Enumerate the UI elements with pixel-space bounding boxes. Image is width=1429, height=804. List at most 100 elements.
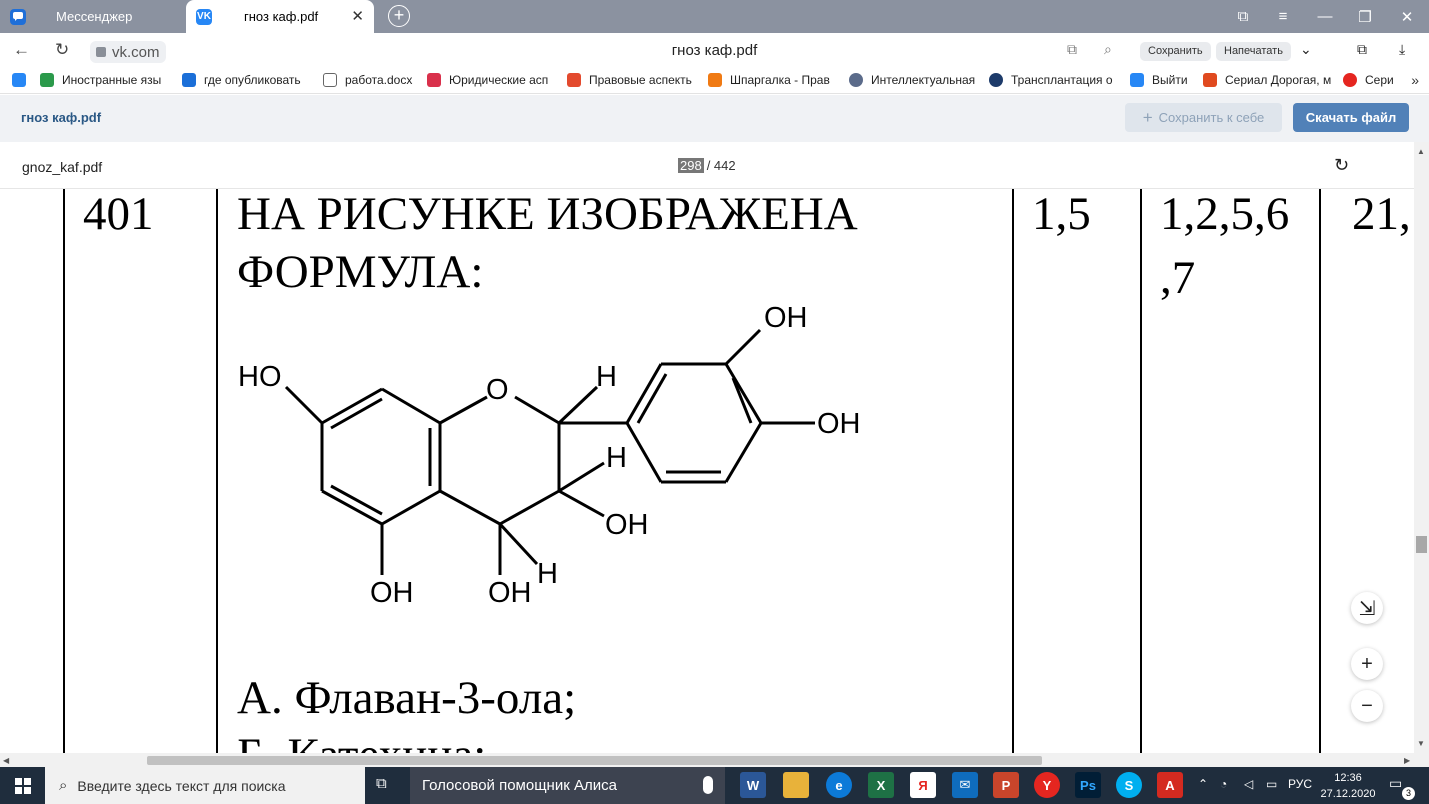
save-to-own-label: Сохранить к себе	[1158, 110, 1265, 125]
fit-page-button[interactable]: ⇲	[1351, 592, 1383, 624]
language-indicator[interactable]: РУС	[1288, 777, 1312, 791]
battery-icon[interactable]: ▭	[1266, 777, 1277, 791]
bookmark-item[interactable]: Сериал Дорогая, м	[1203, 73, 1331, 87]
volume-icon[interactable]: ◁	[1244, 777, 1253, 791]
zoom-search-icon[interactable]: ⌕	[1104, 41, 1112, 58]
drive-icon	[40, 73, 54, 87]
document-icon	[323, 73, 337, 87]
menu-icon[interactable]: ≡	[1263, 0, 1303, 33]
print-button[interactable]: Напечатать	[1216, 42, 1291, 61]
tab-pdf[interactable]: VK гноз каф.pdf ✕	[186, 0, 374, 33]
bookmark-item[interactable]: Иностранные язы	[40, 73, 161, 87]
bookmark-label: Трансплантация о	[1011, 73, 1113, 87]
minimize-button[interactable]: —	[1305, 0, 1345, 33]
bookmark-label: Шпаргалка - Прав	[730, 73, 830, 87]
file-explorer-icon[interactable]	[783, 772, 809, 798]
vertical-scroll-thumb[interactable]	[1416, 536, 1427, 553]
tab-label: гноз каф.pdf	[244, 9, 319, 24]
acrobat-app-icon[interactable]: A	[1157, 772, 1183, 798]
alice-label: Голосовой помощник Алиса	[422, 777, 617, 794]
svg-text:H: H	[537, 558, 558, 590]
bookmark-item[interactable]: где опубликовать	[182, 73, 301, 87]
bookmark-label: Интеллектуальная	[871, 73, 976, 87]
bookmark-label: Сери	[1365, 73, 1394, 87]
chevron-up-icon[interactable]: ⌃	[1198, 777, 1208, 791]
bookmark-label: Выйти	[1152, 73, 1188, 87]
new-tab-button[interactable]: +	[388, 5, 410, 27]
table-border	[1319, 189, 1321, 753]
bookmark-item[interactable]: Сери	[1343, 73, 1394, 87]
bookmark-panel-icon[interactable]: ⧉	[1223, 0, 1263, 33]
save-page-button[interactable]: Сохранить	[1140, 42, 1211, 61]
back-icon[interactable]: ←	[13, 40, 30, 60]
bookmark-label: Иностранные язы	[62, 73, 162, 87]
yandex-app-icon[interactable]: Я	[910, 772, 936, 798]
mail-app-icon[interactable]: ✉	[952, 772, 978, 798]
excel-app-icon[interactable]: X	[868, 772, 894, 798]
network-icon[interactable]: ◔	[1220, 777, 1227, 791]
yandex-browser-icon[interactable]: Y	[1034, 772, 1060, 798]
edge-browser-icon[interactable]: e	[826, 772, 852, 798]
page-total: / 442	[706, 158, 736, 173]
skype-app-icon[interactable]: S	[1116, 772, 1142, 798]
pdf-filename: gnoz_kaf.pdf	[22, 159, 103, 175]
taskbar-search-input[interactable]: ⌕ Введите здесь текст для поиска	[45, 767, 365, 804]
download-file-button[interactable]: Скачать файл	[1293, 103, 1409, 132]
download-icon[interactable]: ⤓	[1399, 41, 1405, 58]
save-to-own-button[interactable]: + Сохранить к себе	[1125, 103, 1282, 132]
page-number-input[interactable]: 298	[678, 158, 704, 173]
close-window-button[interactable]: ✕	[1387, 0, 1427, 33]
page-title: гноз каф.pdf	[671, 42, 758, 59]
reload-icon[interactable]: ↻	[55, 40, 69, 60]
url-pill[interactable]: vk.com	[90, 41, 166, 63]
microphone-icon[interactable]	[703, 776, 713, 794]
bookmark-label: Правовые аспекть	[589, 73, 692, 87]
vertical-scrollbar[interactable]	[1414, 142, 1429, 753]
alice-assistant[interactable]: Голосовой помощник Алиса	[410, 767, 725, 804]
scroll-down-icon[interactable]: ▼	[1417, 739, 1425, 748]
site-icon	[708, 73, 722, 87]
scroll-right-icon[interactable]: ▶	[1404, 756, 1410, 765]
table-border	[1012, 189, 1014, 753]
bookmarks-bar: Иностранные язы где опубликовать работа.…	[0, 69, 1429, 94]
clock-time: 12:36	[1334, 772, 1362, 784]
scroll-left-icon[interactable]: ◀	[3, 756, 9, 765]
zoom-in-button[interactable]: +	[1351, 648, 1383, 680]
tab-strip: Мессенджер VK гноз каф.pdf ✕ + ⧉ ≡ — ❐ ✕	[0, 0, 1429, 33]
bookmark-item[interactable]	[12, 73, 26, 87]
tab-messenger[interactable]: Мессенджер	[0, 0, 185, 33]
chevron-down-icon[interactable]: ⌄	[1300, 41, 1312, 58]
site-icon	[1343, 73, 1357, 87]
svg-text:OH: OH	[817, 408, 861, 440]
bookmark-item[interactable]: Шпаргалка - Прав	[708, 73, 830, 87]
indicator-line1: 1,2,5,6	[1160, 189, 1290, 240]
maximize-button[interactable]: ❐	[1345, 0, 1385, 33]
vk-icon: VK	[196, 8, 212, 25]
extensions-icon[interactable]: ⧉	[1357, 41, 1367, 58]
vk-icon	[12, 73, 26, 87]
pdf-viewport[interactable]: 401 НА РИСУНКЕ ИЗОБРАЖЕНА ФОРМУЛА: 1,5 1…	[0, 189, 1414, 753]
scroll-up-icon[interactable]: ▲	[1417, 147, 1425, 156]
more-bookmarks-icon[interactable]: »	[1411, 72, 1419, 88]
bookmark-item[interactable]: Выйти	[1130, 73, 1188, 87]
bookmark-item[interactable]: Трансплантация о	[989, 73, 1113, 87]
domain-text: vk.com	[112, 43, 160, 61]
bookmark-item[interactable]: работа.docx	[323, 73, 412, 87]
clock[interactable]: 12:36 27.12.2020	[1313, 770, 1383, 802]
task-view-icon[interactable]: ⧉	[376, 775, 387, 792]
share-icon[interactable]: ⧉	[1067, 41, 1077, 58]
start-button[interactable]	[0, 767, 45, 804]
close-tab-icon[interactable]: ✕	[351, 7, 364, 25]
bookmark-item[interactable]: Правовые аспекть	[567, 73, 692, 87]
pdf-toolbar: gnoz_kaf.pdf 298 / 442 ↻	[0, 142, 1414, 189]
photoshop-app-icon[interactable]: Ps	[1075, 772, 1101, 798]
word-app-icon[interactable]: W	[740, 772, 766, 798]
powerpoint-app-icon[interactable]: P	[993, 772, 1019, 798]
zoom-out-button[interactable]: −	[1351, 690, 1383, 722]
rotate-icon[interactable]: ↻	[1334, 155, 1349, 176]
page-counter: 298 / 442	[678, 158, 736, 173]
bookmark-item[interactable]: Юридические асп	[427, 73, 548, 87]
table-border	[1140, 189, 1142, 753]
bookmark-item[interactable]: Интеллектуальная	[849, 73, 975, 87]
horizontal-scroll-thumb[interactable]	[147, 756, 1042, 765]
